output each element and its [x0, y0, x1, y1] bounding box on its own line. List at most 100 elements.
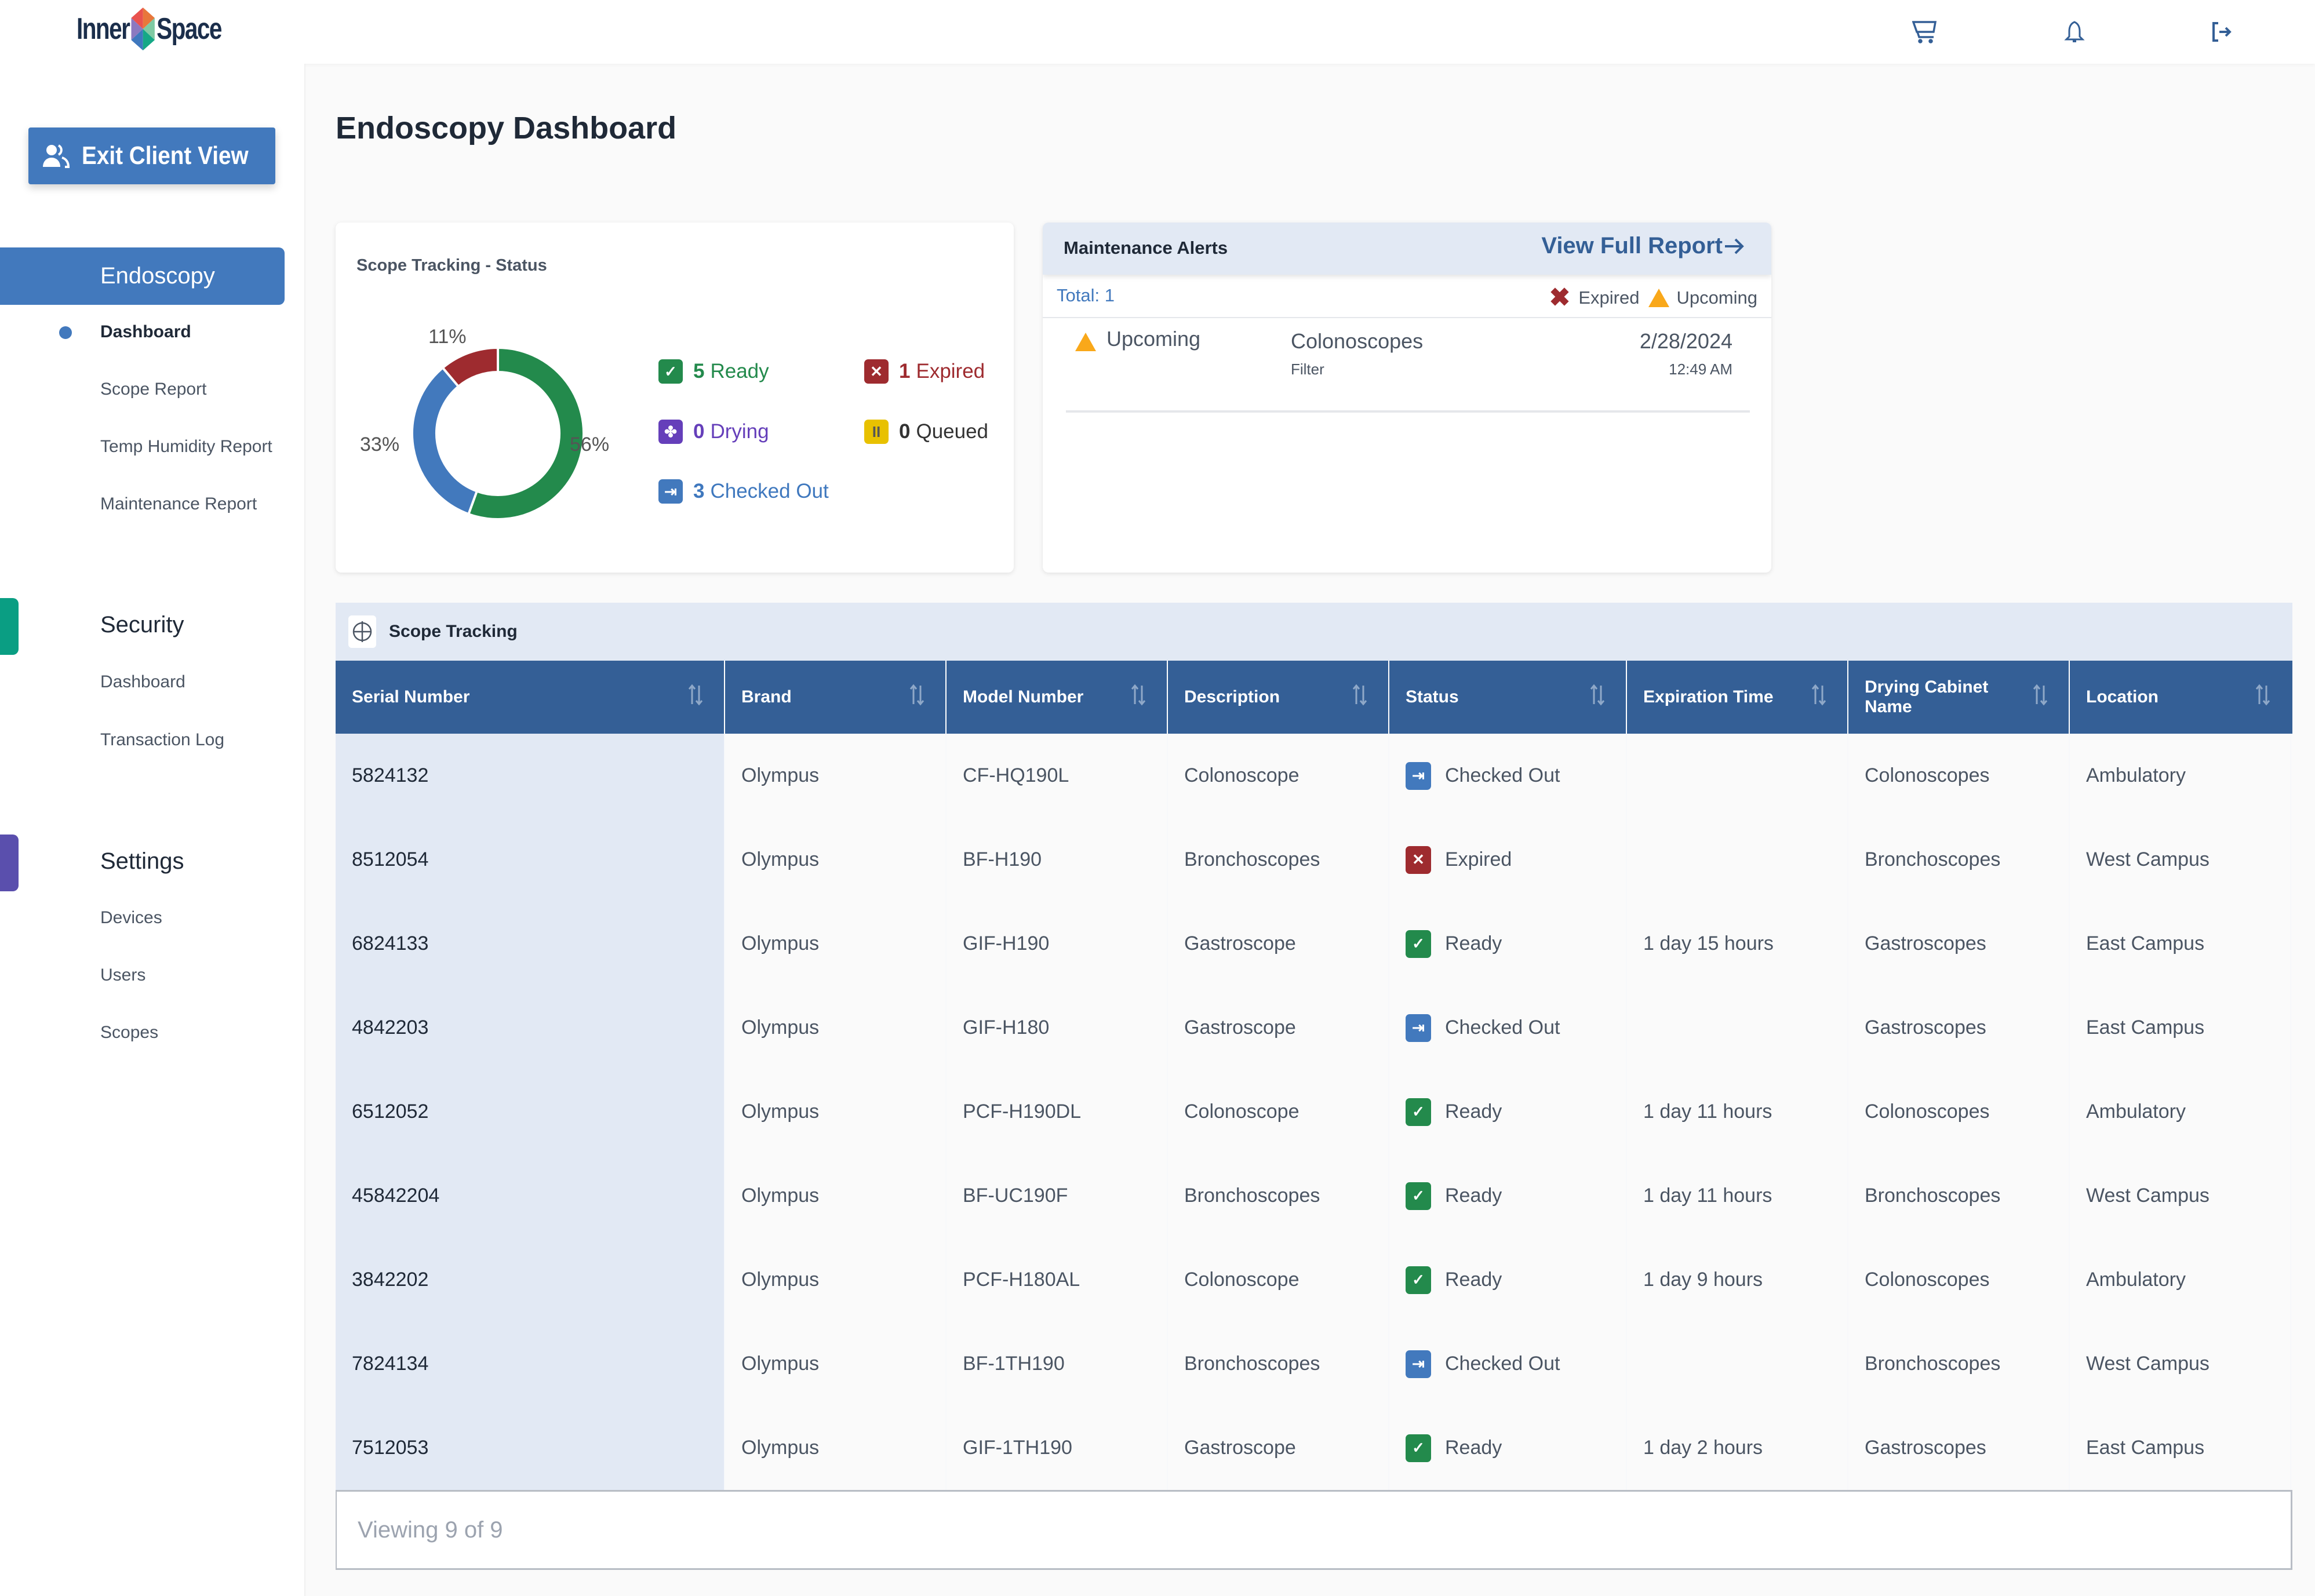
- cell-model-number: BF-H190: [947, 818, 1168, 902]
- cell-brand: Olympus: [725, 1154, 947, 1238]
- legend-label: Checked Out: [710, 480, 829, 502]
- table-row[interactable]: 7824134 Olympus BF-1TH190 Bronchoscopes ⇥ Che…: [336, 1322, 2292, 1406]
- legend-ready[interactable]: ✓ 5 Ready: [658, 359, 769, 384]
- table-row[interactable]: 7512053 Olympus GIF-1TH190 Gastroscope ✓ Read…: [336, 1406, 2292, 1490]
- cell-text: Ready: [1445, 1437, 1502, 1459]
- column-header-label: Status: [1406, 687, 1459, 706]
- column-header-description[interactable]: Description: [1168, 661, 1389, 734]
- cell-text: West Campus: [2086, 1185, 2210, 1207]
- donut-slice-checked-out[interactable]: [411, 366, 479, 516]
- alert-name: Colonoscopes: [1291, 329, 1424, 353]
- cell-location: Ambulatory: [2070, 1070, 2291, 1154]
- cell-model-number: CF-HQ190L: [947, 734, 1168, 818]
- cell-text: Gastroscope: [1184, 1437, 1296, 1459]
- cell-serial-number: 45842204: [336, 1154, 725, 1238]
- cell-drying-cabinet-name: Bronchoscopes: [1848, 1154, 2070, 1238]
- cell-text: 6512052: [352, 1101, 429, 1123]
- sort-icon[interactable]: [1810, 683, 1828, 711]
- column-header-drying-cabinet-name[interactable]: Drying Cabinet Name: [1848, 661, 2070, 734]
- sort-icon[interactable]: [1589, 683, 1606, 711]
- check-icon: ✓: [1406, 1098, 1431, 1126]
- nav-item-scopes[interactable]: Scopes: [100, 1023, 158, 1043]
- column-header-status[interactable]: Status: [1389, 661, 1627, 734]
- cell-description: Bronchoscopes: [1168, 1154, 1389, 1238]
- scope-tracking-panel: Scope Tracking Serial Number Brand Model N…: [336, 603, 2292, 1570]
- cell-status: ✓ Ready: [1389, 1406, 1627, 1490]
- view-full-report-link[interactable]: View Full Report: [1541, 233, 1746, 259]
- cell-location: East Campus: [2070, 1406, 2291, 1490]
- sort-icon[interactable]: [687, 683, 704, 711]
- table-row[interactable]: 4842203 Olympus GIF-H180 Gastroscope ⇥ Checke…: [336, 986, 2292, 1070]
- logo[interactable]: Inner Space: [77, 8, 222, 50]
- logout-icon[interactable]: [2206, 16, 2237, 48]
- table-row[interactable]: 45842204 Olympus BF-UC190F Bronchoscopes ✓ Re…: [336, 1154, 2292, 1238]
- nav-item-transaction-log[interactable]: Transaction Log: [100, 730, 224, 750]
- sort-icon[interactable]: [2032, 683, 2049, 711]
- cell-location: East Campus: [2070, 986, 2291, 1070]
- legend-count: 0: [899, 420, 911, 443]
- cell-text: 7512053: [352, 1437, 429, 1459]
- table-row[interactable]: 6512052 Olympus PCF-H190DL Colonoscope ✓ Read…: [336, 1070, 2292, 1154]
- legend-label: Expired: [916, 360, 985, 382]
- cell-text: Olympus: [741, 1101, 820, 1123]
- nav-item-dashboard[interactable]: Dashboard: [100, 322, 191, 342]
- nav-item-scope-report[interactable]: Scope Report: [100, 380, 206, 399]
- nav-item-security-dashboard[interactable]: Dashboard: [100, 672, 185, 692]
- cell-text: West Campus: [2086, 1353, 2210, 1375]
- cell-text: 8512054: [352, 848, 429, 870]
- maintenance-header: Maintenance Alerts View Full Report: [1043, 223, 1771, 275]
- cell-text: BF-1TH190: [963, 1353, 1065, 1375]
- table-body: 5824132 Olympus CF-HQ190L Colonoscope ⇥ Check…: [336, 734, 2292, 1490]
- checkout-icon: ⇥: [1406, 1014, 1431, 1042]
- nav-item-users[interactable]: Users: [100, 965, 145, 985]
- column-header-expiration-time[interactable]: Expiration Time: [1627, 661, 1848, 734]
- cell-location: Ambulatory: [2070, 734, 2291, 818]
- legend-expired[interactable]: ✕ 1 Expired: [864, 359, 985, 384]
- cell-text: Checked Out: [1445, 1016, 1560, 1039]
- sort-icon[interactable]: [908, 683, 926, 711]
- alert-row[interactable]: Upcoming Colonoscopes Filter 2/28/2024 1…: [1066, 320, 1750, 413]
- alert-time: 12:49 AM: [1669, 360, 1732, 378]
- logo-text-right: Space: [156, 12, 222, 46]
- legend-checked-out[interactable]: ⇥ 3 Checked Out: [658, 479, 829, 504]
- cell-model-number: PCF-H180AL: [947, 1238, 1168, 1322]
- pause-icon: II: [864, 420, 889, 444]
- cell-expiration-time: 1 day 9 hours: [1627, 1238, 1848, 1322]
- sort-icon[interactable]: [2254, 683, 2272, 711]
- nav-section-settings[interactable]: Settings: [100, 848, 184, 874]
- cell-text: 5824132: [352, 764, 429, 786]
- exit-client-view-button[interactable]: Exit Client View: [28, 127, 275, 184]
- cell-text: Ready: [1445, 932, 1502, 954]
- legend-label: Queued: [916, 420, 989, 443]
- cart-icon[interactable]: [1909, 16, 1941, 48]
- table-row[interactable]: 8512054 Olympus BF-H190 Bronchoscopes ✕ Expir…: [336, 818, 2292, 902]
- cell-expiration-time: 1 day 15 hours: [1627, 902, 1848, 986]
- bell-icon[interactable]: [2059, 16, 2090, 48]
- legend-drying[interactable]: ✤ 0 Drying: [658, 420, 769, 444]
- cell-status: ✓ Ready: [1389, 1238, 1627, 1322]
- column-header-model-number[interactable]: Model Number: [947, 661, 1168, 734]
- table-row[interactable]: 5824132 Olympus CF-HQ190L Colonoscope ⇥ Check…: [336, 734, 2292, 818]
- table-row[interactable]: 6824133 Olympus GIF-H190 Gastroscope ✓ Ready 1…: [336, 902, 2292, 986]
- column-header-label: Model Number: [963, 687, 1084, 706]
- sort-icon[interactable]: [1351, 683, 1368, 711]
- table-footer: Viewing 9 of 9: [336, 1490, 2292, 1570]
- table-row[interactable]: 3842202 Olympus PCF-H180AL Colonoscope ✓ Read…: [336, 1238, 2292, 1322]
- nav-item-temp-humidity-report[interactable]: Temp Humidity Report: [100, 437, 272, 457]
- cell-text: East Campus: [2086, 932, 2205, 954]
- nav-item-devices[interactable]: Devices: [100, 908, 162, 928]
- cell-brand: Olympus: [725, 734, 947, 818]
- column-header-serial-number[interactable]: Serial Number: [336, 661, 725, 734]
- cell-text: 4842203: [352, 1016, 429, 1039]
- legend-queued[interactable]: II 0 Queued: [864, 420, 988, 444]
- column-header-brand[interactable]: Brand: [725, 661, 947, 734]
- cell-model-number: BF-UC190F: [947, 1154, 1168, 1238]
- sort-icon[interactable]: [1130, 683, 1147, 711]
- nav-item-maintenance-report[interactable]: Maintenance Report: [100, 494, 257, 514]
- cell-status: ⇥ Checked Out: [1389, 734, 1627, 818]
- nav-section-endoscopy[interactable]: Endoscopy: [0, 247, 285, 305]
- column-header-location[interactable]: Location: [2070, 661, 2291, 734]
- cell-text: Gastroscope: [1184, 1016, 1296, 1039]
- nav-section-security[interactable]: Security: [100, 612, 184, 638]
- cell-text: Olympus: [741, 1437, 820, 1459]
